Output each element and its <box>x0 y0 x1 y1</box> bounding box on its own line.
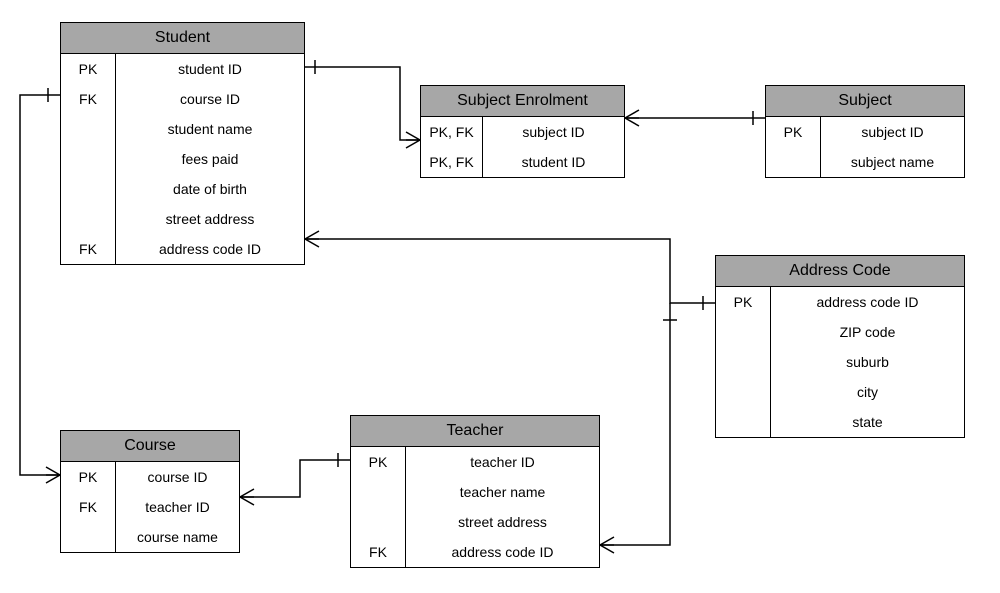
table-row: PKaddress code ID <box>716 287 964 317</box>
table-row: street address <box>351 507 599 537</box>
entity-subject: Subject PKsubject ID subject name <box>765 85 965 178</box>
table-row: course name <box>61 522 239 552</box>
attr-cell: teacher name <box>406 477 599 507</box>
entity-teacher: Teacher PKteacher ID teacher name street… <box>350 415 600 568</box>
table-row: ZIP code <box>716 317 964 347</box>
attr-cell: course name <box>116 522 239 552</box>
key-cell: FK <box>61 84 116 114</box>
attr-cell: address code ID <box>406 537 599 567</box>
key-cell <box>61 204 116 234</box>
table-row: FKaddress code ID <box>61 234 304 264</box>
key-cell: PK <box>61 54 116 84</box>
table-row: suburb <box>716 347 964 377</box>
key-cell <box>351 507 406 537</box>
key-cell <box>61 174 116 204</box>
attr-cell: address code ID <box>771 287 964 317</box>
key-cell <box>351 477 406 507</box>
attr-cell: teacher ID <box>406 447 599 477</box>
table-row: FKaddress code ID <box>351 537 599 567</box>
attr-cell: teacher ID <box>116 492 239 522</box>
table-row: FKteacher ID <box>61 492 239 522</box>
key-cell: PK <box>716 287 771 317</box>
table-row: student name <box>61 114 304 144</box>
key-cell: PK <box>351 447 406 477</box>
attr-cell: date of birth <box>116 174 304 204</box>
key-cell: PK, FK <box>421 147 483 177</box>
key-cell: FK <box>61 492 116 522</box>
table-row: date of birth <box>61 174 304 204</box>
table-row: street address <box>61 204 304 234</box>
table-row: PKstudent ID <box>61 54 304 84</box>
entity-address-code: Address Code PKaddress code ID ZIP code … <box>715 255 965 438</box>
table-row: subject name <box>766 147 964 177</box>
table-row: PK, FKsubject ID <box>421 117 624 147</box>
key-cell <box>716 377 771 407</box>
key-cell: FK <box>351 537 406 567</box>
key-cell <box>61 522 116 552</box>
attr-cell: course ID <box>116 462 239 492</box>
key-cell <box>61 114 116 144</box>
key-cell: PK <box>766 117 821 147</box>
table-row: PKteacher ID <box>351 447 599 477</box>
entity-title: Student <box>61 23 304 54</box>
key-cell <box>716 407 771 437</box>
entity-student: Student PKstudent ID FKcourse ID student… <box>60 22 305 265</box>
key-cell <box>61 144 116 174</box>
entity-title: Subject Enrolment <box>421 86 624 117</box>
key-cell <box>716 347 771 377</box>
attr-cell: subject name <box>821 147 964 177</box>
attr-cell: ZIP code <box>771 317 964 347</box>
attr-cell: address code ID <box>116 234 304 264</box>
table-row: PKcourse ID <box>61 462 239 492</box>
table-row: city <box>716 377 964 407</box>
attr-cell: student ID <box>116 54 304 84</box>
attr-cell: student ID <box>483 147 624 177</box>
table-row: FKcourse ID <box>61 84 304 114</box>
attr-cell: city <box>771 377 964 407</box>
key-cell: PK, FK <box>421 117 483 147</box>
attr-cell: fees paid <box>116 144 304 174</box>
attr-cell: street address <box>406 507 599 537</box>
table-row: PKsubject ID <box>766 117 964 147</box>
key-cell <box>716 317 771 347</box>
table-row: fees paid <box>61 144 304 174</box>
table-row: state <box>716 407 964 437</box>
attr-cell: subject ID <box>483 117 624 147</box>
attr-cell: subject ID <box>821 117 964 147</box>
entity-subject-enrolment: Subject Enrolment PK, FKsubject ID PK, F… <box>420 85 625 178</box>
attr-cell: student name <box>116 114 304 144</box>
key-cell: FK <box>61 234 116 264</box>
attr-cell: course ID <box>116 84 304 114</box>
entity-course: Course PKcourse ID FKteacher ID course n… <box>60 430 240 553</box>
attr-cell: state <box>771 407 964 437</box>
key-cell: PK <box>61 462 116 492</box>
entity-title: Course <box>61 431 239 462</box>
entity-title: Subject <box>766 86 964 117</box>
entity-title: Address Code <box>716 256 964 287</box>
table-row: PK, FKstudent ID <box>421 147 624 177</box>
table-row: teacher name <box>351 477 599 507</box>
attr-cell: suburb <box>771 347 964 377</box>
attr-cell: street address <box>116 204 304 234</box>
key-cell <box>766 147 821 177</box>
entity-title: Teacher <box>351 416 599 447</box>
